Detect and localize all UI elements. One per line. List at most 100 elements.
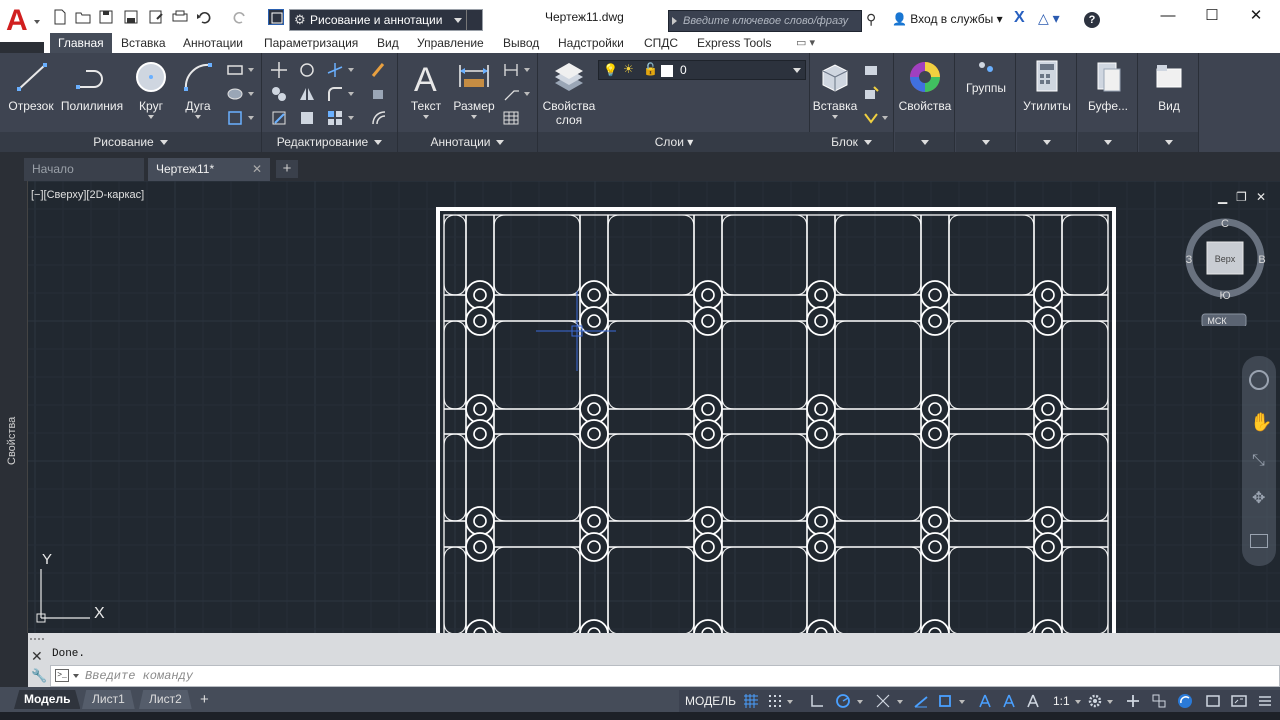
tab-drawing[interactable]: Чертеж11* ✕ (148, 158, 270, 181)
polar-tracking-icon[interactable] (835, 693, 851, 709)
hatch-icon[interactable] (226, 85, 244, 103)
application-menu-button[interactable]: A (0, 0, 44, 42)
properties-palette-strip[interactable] (0, 181, 28, 633)
search-input[interactable] (683, 13, 859, 29)
grid-icon[interactable] (743, 693, 759, 709)
view-button[interactable]: Вид (1139, 57, 1199, 113)
a360-icon[interactable]: △ ▾ (1038, 10, 1060, 27)
plot-icon[interactable] (172, 9, 188, 25)
tab-home[interactable]: Главная (50, 33, 112, 53)
panel-block-title[interactable]: Блок (810, 132, 893, 152)
model-space-button[interactable]: МОДЕЛЬ (685, 694, 736, 708)
command-prompt-icon[interactable]: >_ (55, 669, 69, 682)
copy-icon[interactable] (270, 85, 288, 103)
panel-properties-expand[interactable] (895, 132, 954, 152)
array-icon[interactable] (326, 109, 344, 127)
trim-icon[interactable] (326, 61, 344, 79)
new-file-icon[interactable] (52, 9, 68, 25)
hardware-acceleration-icon[interactable] (1177, 693, 1193, 709)
tab-insert[interactable]: Вставка (121, 36, 166, 50)
clean-screen-icon[interactable] (1205, 693, 1221, 709)
showmotion-icon[interactable] (1250, 534, 1268, 548)
explode-icon[interactable] (370, 85, 388, 103)
command-line-close-icon[interactable]: ✕ (31, 648, 43, 665)
open-file-icon[interactable] (75, 9, 91, 25)
autodesk-exchange-icon[interactable]: X (1014, 9, 1025, 27)
scale-icon[interactable] (298, 109, 316, 127)
tab-annotate[interactable]: Аннотации (183, 36, 243, 50)
panel-modify-title[interactable]: Редактирование (262, 132, 397, 152)
workspace-toggle-icon[interactable] (268, 9, 284, 25)
viewport-restore-button[interactable]: ❐ (1236, 190, 1247, 204)
edit-block-icon[interactable] (862, 85, 880, 103)
viewport-minimize-button[interactable]: ▁ (1218, 190, 1227, 204)
ortho-icon[interactable] (809, 693, 825, 709)
gear-icon[interactable] (1087, 693, 1103, 709)
annotation-scale-icon[interactable] (1025, 693, 1041, 709)
move-icon[interactable] (270, 61, 288, 79)
save-web-icon[interactable] (98, 9, 114, 25)
add-layout-button[interactable]: + (200, 691, 209, 708)
text-button[interactable]: A Текст (406, 57, 446, 119)
tab-express-tools[interactable]: Express Tools (697, 36, 771, 50)
layout-tab-sheet2[interactable]: Лист2 (139, 690, 192, 709)
line-button[interactable]: Отрезок (6, 57, 56, 113)
close-button[interactable]: ✕ (1234, 4, 1278, 28)
panel-layers-title[interactable]: Слои ▾ (538, 132, 810, 152)
layout-tab-model[interactable]: Модель (14, 690, 81, 709)
close-icon[interactable]: ✕ (252, 158, 262, 180)
utilities-button[interactable]: Утилиты (1017, 57, 1077, 113)
rectangle-icon[interactable] (226, 61, 244, 79)
groups-button[interactable]: Группы (956, 57, 1016, 95)
undo-icon[interactable] (196, 9, 212, 25)
tab-start[interactable]: Начало (24, 158, 144, 181)
tab-output[interactable]: Вывод (503, 36, 539, 50)
fullscreen-icon[interactable] (1231, 693, 1247, 709)
annotation-autoscale-icon[interactable] (1001, 693, 1017, 709)
customization-menu-icon[interactable] (1257, 693, 1273, 709)
gradient-icon[interactable] (226, 109, 244, 127)
object-snap-icon[interactable] (937, 693, 953, 709)
create-block-icon[interactable] (862, 61, 880, 79)
isodraft-icon[interactable] (875, 693, 891, 709)
command-input[interactable] (85, 668, 685, 684)
object-tracking-icon[interactable] (913, 693, 929, 709)
rotate-icon[interactable] (298, 61, 316, 79)
save-icon[interactable] (123, 9, 139, 25)
leader-icon[interactable] (502, 85, 520, 103)
save-as-icon[interactable] (148, 9, 164, 25)
properties-palette-label[interactable]: Свойства (6, 417, 18, 465)
annotation-scale-value[interactable]: 1:1 (1053, 694, 1070, 708)
panel-groups-expand[interactable] (956, 132, 1015, 152)
fillet-icon[interactable] (326, 85, 344, 103)
layout-tab-sheet1[interactable]: Лист1 (82, 690, 135, 709)
minimize-button[interactable]: — (1146, 4, 1190, 28)
tab-spds[interactable]: СПДС (644, 36, 678, 50)
search-box[interactable] (668, 10, 862, 32)
erase-icon[interactable] (370, 61, 388, 79)
orbit-icon[interactable]: ✥ (1252, 488, 1265, 508)
insert-block-button[interactable]: Вставка (812, 57, 858, 119)
layer-properties-button[interactable]: Свойства слоя (540, 57, 598, 127)
layer-dropdown[interactable]: 💡 ☀ 🔓 0 (598, 60, 806, 80)
annotation-visibility-icon[interactable] (977, 693, 993, 709)
arc-button[interactable]: Дуга (178, 57, 218, 119)
tab-parametric[interactable]: Параметризация (264, 36, 358, 50)
redo-icon[interactable] (232, 9, 248, 25)
pan-icon[interactable]: ✋ (1250, 412, 1272, 433)
block-attributes-icon[interactable] (862, 109, 880, 127)
drawing-canvas[interactable]: [−][Сверху][2D-каркас] Y X (28, 181, 1280, 633)
signin-menu[interactable]: 👤 Вход в службы ▾ (892, 12, 1003, 26)
wrench-icon[interactable]: 🔧 (31, 668, 47, 684)
panel-utilities-expand[interactable] (1017, 132, 1076, 152)
customize-quick-access-button[interactable] (466, 10, 482, 30)
panel-draw-title[interactable]: Рисование (0, 132, 261, 152)
panel-annotation-title[interactable]: Аннотации (398, 132, 537, 152)
linear-dimension-icon[interactable] (502, 61, 520, 79)
chevron-down-icon[interactable] (73, 674, 79, 678)
help-icon[interactable]: ? (1084, 12, 1100, 28)
clipboard-button[interactable]: Буфе... (1078, 57, 1138, 113)
dimension-button[interactable]: Размер (452, 57, 496, 119)
tab-view[interactable]: Вид (377, 36, 399, 50)
stretch-icon[interactable] (270, 109, 288, 127)
